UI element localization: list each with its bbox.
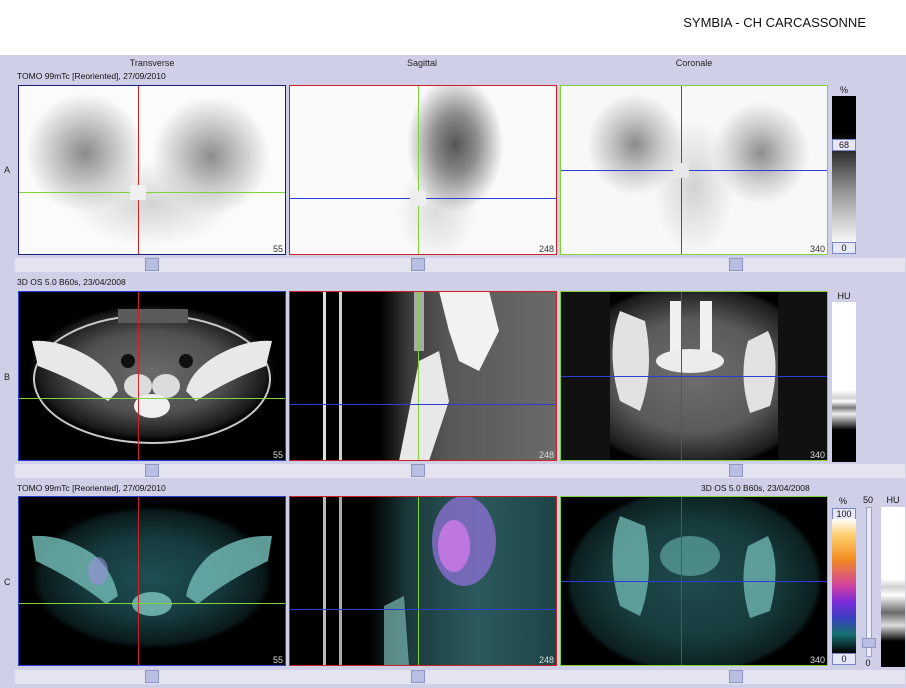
viewport-frame [18,85,286,255]
row-a-series-info: TOMO 99mTc [Reoriented], 27/09/2010 [17,71,166,81]
crosshair-center [673,163,689,178]
blend-bottom-label: 0 [865,658,871,668]
blend-slider-handle[interactable] [862,638,876,648]
row-c-scrollbar[interactable] [15,670,905,684]
column-header-coronale: Coronale [675,58,713,68]
row-c-series-info-left: TOMO 99mTc [Reoriented], 27/09/2010 [17,483,166,493]
slice-number: 248 [538,244,554,254]
report-header: SYMBIA - CH CARCASSONNE [0,0,906,55]
fusion-ct-colorbar[interactable] [881,507,905,667]
scroll-thumb-sagittal[interactable] [411,670,425,683]
crosshair-vertical[interactable] [138,291,139,461]
slice-number: 55 [272,450,283,460]
colorbar-min-value[interactable]: 0 [832,653,856,665]
crosshair-vertical[interactable] [138,85,139,255]
fusion-color-colorbar[interactable] [832,519,856,653]
blend-slider-track[interactable] [866,507,872,657]
slice-number: 340 [809,655,825,665]
scroll-thumb-coronale[interactable] [729,670,743,683]
row-b-series-info: 3D OS 5.0 B60s, 23/04/2008 [17,277,126,287]
slice-number: 55 [272,244,283,254]
crosshair-horizontal[interactable] [18,398,286,399]
crosshair-center [410,191,426,206]
slice-number: 340 [809,244,825,254]
fusion-spine-sagittal [323,496,496,666]
scroll-thumb-coronale[interactable] [729,464,743,477]
crosshair-horizontal[interactable] [560,376,828,377]
scroll-thumb-sagittal[interactable] [411,258,425,271]
crosshair-horizontal[interactable] [289,404,557,405]
hospital-name: SYMBIA - CH CARCASSONNE [683,15,866,30]
crosshair-horizontal[interactable] [560,581,828,582]
viewport-spect-sagittal[interactable]: 248 [289,85,557,255]
row-a-label: A [4,165,11,175]
colorbar-unit: % [839,85,848,95]
viewport-ct-transverse[interactable]: 55 [18,291,286,461]
crosshair-horizontal[interactable] [18,603,286,604]
colorbar-unit: % [838,496,847,506]
scroll-thumb-transverse[interactable] [145,670,159,683]
scroll-thumb-coronale[interactable] [729,258,743,271]
crosshair-horizontal[interactable] [560,170,828,171]
row-a-scrollbar[interactable] [15,258,905,272]
crosshair-vertical[interactable] [418,85,419,255]
scroll-thumb-sagittal[interactable] [411,464,425,477]
viewport-fusion-transverse[interactable]: 55 [18,496,286,666]
row-c-series-info-right: 3D OS 5.0 B60s, 23/04/2008 [701,483,810,493]
scroll-thumb-transverse[interactable] [145,258,159,271]
fusion-pelvis-transverse [32,535,272,616]
slice-number: 248 [538,655,554,665]
viewport-fusion-sagittal[interactable]: 248 [289,496,557,666]
crosshair-vertical[interactable] [418,496,419,666]
scroll-thumb-transverse[interactable] [145,464,159,477]
column-header-sagittal: Sagittal [406,58,438,68]
row-b-label: B [4,372,11,382]
viewport-spect-coronale[interactable]: 340 [560,85,828,255]
crosshair-vertical[interactable] [138,496,139,666]
colorbar-max-value[interactable]: 68 [832,139,856,151]
blend-top-label: 50 [862,495,873,505]
slice-number: 55 [272,655,283,665]
colorbar-unit: HU [837,291,851,301]
crosshair-horizontal[interactable] [18,192,286,193]
ct-pelvis-transverse [32,309,272,444]
slice-number: 340 [809,450,825,460]
crosshair-horizontal[interactable] [289,609,557,610]
viewport-spect-transverse[interactable]: 55 [18,85,286,255]
ct-grayscale-colorbar[interactable] [832,302,856,462]
ct-colorbar-unit: HU [886,495,900,505]
viewport-ct-coronale[interactable]: 340 [560,291,828,461]
row-c-label: C [4,577,11,587]
ct-spine-sagittal [323,291,499,461]
viewport-ct-sagittal[interactable]: 248 [289,291,557,461]
viewport-frame [289,85,557,255]
slice-number: 248 [538,450,554,460]
column-header-transverse: Transverse [129,58,175,68]
spect-grayscale-colorbar[interactable] [832,96,856,246]
colorbar-min-value[interactable]: 0 [832,242,856,254]
crosshair-center [130,185,146,200]
crosshair-vertical[interactable] [418,291,419,461]
viewport-fusion-coronale[interactable]: 340 [560,496,828,666]
row-b-scrollbar[interactable] [15,464,905,478]
